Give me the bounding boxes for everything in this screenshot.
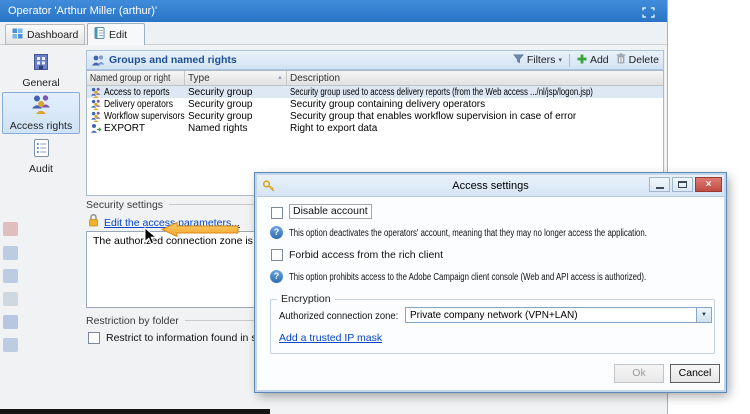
- cell-type: Security group: [185, 110, 287, 122]
- edit-icon: [94, 27, 105, 42]
- toolbar-separator: [569, 54, 570, 67]
- maximize-button[interactable]: [672, 177, 693, 192]
- sidebar-item-audit[interactable]: Audit: [2, 136, 80, 176]
- disable-account-label: Disable account: [289, 204, 372, 219]
- table-header: Named group or right ▲ Type ▲ Descriptio…: [87, 71, 663, 86]
- sidebar-item-access-rights[interactable]: Access rights: [2, 92, 80, 134]
- organization-icon: [31, 52, 51, 75]
- sidebar-item-audit-label: Audit: [29, 163, 53, 175]
- lock-icon: [88, 213, 99, 232]
- cell-type: Security group: [185, 98, 287, 110]
- security-settings-label: Security settings: [86, 199, 163, 211]
- add-trusted-ip-link[interactable]: Add a trusted IP mask: [279, 332, 382, 344]
- forbid-rich-client-info: This option prohibits access to the Adob…: [289, 272, 719, 283]
- toolbar-actions: Filters ▾ Add Delete: [513, 51, 659, 69]
- cell-description: Security group that enables workflow sup…: [287, 110, 663, 122]
- column-header-type[interactable]: Type ▲: [185, 71, 287, 85]
- forbid-rich-client-label: Forbid access from the rich client: [289, 249, 443, 261]
- close-icon: ×: [706, 178, 712, 191]
- ghost-icon: [3, 315, 18, 329]
- screen: Operator 'Arthur Miller (arthur)' Dashbo…: [0, 0, 750, 414]
- chevron-down-icon: ▾: [558, 56, 562, 64]
- cell-description: Security group used to access delivery r…: [287, 86, 663, 98]
- filters-label: Filters: [527, 54, 556, 66]
- filters-button[interactable]: Filters ▾: [513, 54, 562, 67]
- window-controls: ×: [649, 177, 722, 192]
- people-group-icon: [29, 94, 53, 118]
- column-header-named-group[interactable]: Named group or right ▲: [87, 71, 185, 85]
- screen-edge: [0, 409, 270, 414]
- cell-description: Right to export data: [287, 122, 663, 134]
- toolbar-title: Groups and named rights: [109, 51, 237, 69]
- sidebar-item-general[interactable]: General: [2, 50, 80, 90]
- minimize-button[interactable]: [649, 177, 670, 192]
- cancel-button[interactable]: Cancel: [670, 364, 720, 383]
- column-header-type-label: Type: [188, 73, 210, 84]
- tab-dashboard[interactable]: Dashboard: [5, 24, 85, 45]
- column-header-description[interactable]: Description: [287, 71, 663, 85]
- restrict-subfolder-checkbox[interactable]: [88, 332, 100, 344]
- disable-account-checkbox[interactable]: [271, 207, 283, 219]
- cell-name: EXPORT: [87, 122, 185, 134]
- cell-name: Delivery operators: [87, 98, 185, 110]
- title-bar: Operator 'Arthur Miller (arthur)': [0, 0, 667, 22]
- chevron-down-icon: ▼: [701, 312, 707, 318]
- maximize-icon: [678, 181, 687, 188]
- ok-button[interactable]: Ok: [614, 364, 664, 383]
- sidebar-item-access-rights-label: Access rights: [10, 120, 72, 132]
- table-row[interactable]: Access to reports Security group Securit…: [87, 86, 663, 98]
- ghost-icon: [3, 292, 18, 306]
- ghost-icon: [3, 246, 18, 260]
- plus-icon: [577, 54, 587, 67]
- trash-icon: [616, 53, 626, 67]
- window-title: Operator 'Arthur Miller (arthur)': [8, 0, 157, 22]
- tab-dashboard-label: Dashboard: [27, 29, 78, 41]
- mouse-cursor-pointer: [144, 227, 157, 251]
- help-icon: ?: [270, 270, 283, 283]
- authorized-zone-value: Private company network (VPN+LAN): [410, 308, 578, 323]
- ghost-icon: [3, 338, 18, 352]
- dialog-title-bar: Access settings ×: [257, 175, 724, 197]
- sort-ascending-icon: ▲: [275, 75, 283, 81]
- cell-description: Security group containing delivery opera…: [287, 98, 663, 110]
- ghost-icon: [3, 222, 18, 236]
- add-button[interactable]: Add: [577, 54, 609, 67]
- disable-account-info: This option deactivates the operators' a…: [289, 228, 719, 239]
- table-row[interactable]: Delivery operators Security group Securi…: [87, 98, 663, 110]
- forbid-rich-client-checkbox[interactable]: [271, 249, 283, 261]
- help-icon: ?: [270, 226, 283, 239]
- authorized-zone-combobox[interactable]: Private company network (VPN+LAN) ▼: [405, 307, 712, 323]
- encryption-groupbox-label: Encryption: [277, 293, 335, 305]
- restriction-section-label: Restriction by folder: [86, 315, 179, 327]
- combo-dropdown-button[interactable]: ▼: [696, 308, 711, 322]
- access-settings-dialog: Access settings × Disable account ? This…: [255, 173, 726, 392]
- cell-name: Access to reports: [87, 86, 185, 98]
- cell-name: Workflow supervisors: [87, 110, 185, 122]
- delete-label: Delete: [629, 54, 659, 66]
- table-row[interactable]: EXPORT Named rights Right to export data: [87, 122, 663, 134]
- funnel-icon: [513, 54, 524, 67]
- table-row[interactable]: Workflow supervisors Security group Secu…: [87, 110, 663, 122]
- column-header-description-label: Description: [290, 73, 340, 84]
- dashboard-icon: [12, 28, 23, 42]
- ghost-icon: [3, 269, 18, 283]
- tab-edit-label: Edit: [109, 29, 127, 41]
- column-header-named-group-label: Named group or right: [90, 73, 170, 84]
- delete-button[interactable]: Delete: [616, 53, 659, 67]
- authorized-zone-label: Authorized connection zone:: [279, 310, 412, 322]
- audit-list-icon: [33, 138, 50, 161]
- tab-edit[interactable]: Edit: [87, 23, 145, 45]
- detach-window-icon[interactable]: [642, 5, 655, 16]
- close-button[interactable]: ×: [695, 177, 722, 192]
- annotation-arrow: [161, 221, 239, 243]
- cell-type: Security group: [185, 86, 287, 98]
- groups-toolbar: Groups and named rights Filters ▾ Add De…: [86, 50, 664, 70]
- sidebar-item-general-label: General: [22, 77, 59, 89]
- add-label: Add: [590, 54, 609, 66]
- minimize-icon: [656, 187, 664, 189]
- cell-type: Named rights: [185, 122, 287, 134]
- restrict-subfolder-row: Restrict to information found in sub-fol: [88, 332, 283, 344]
